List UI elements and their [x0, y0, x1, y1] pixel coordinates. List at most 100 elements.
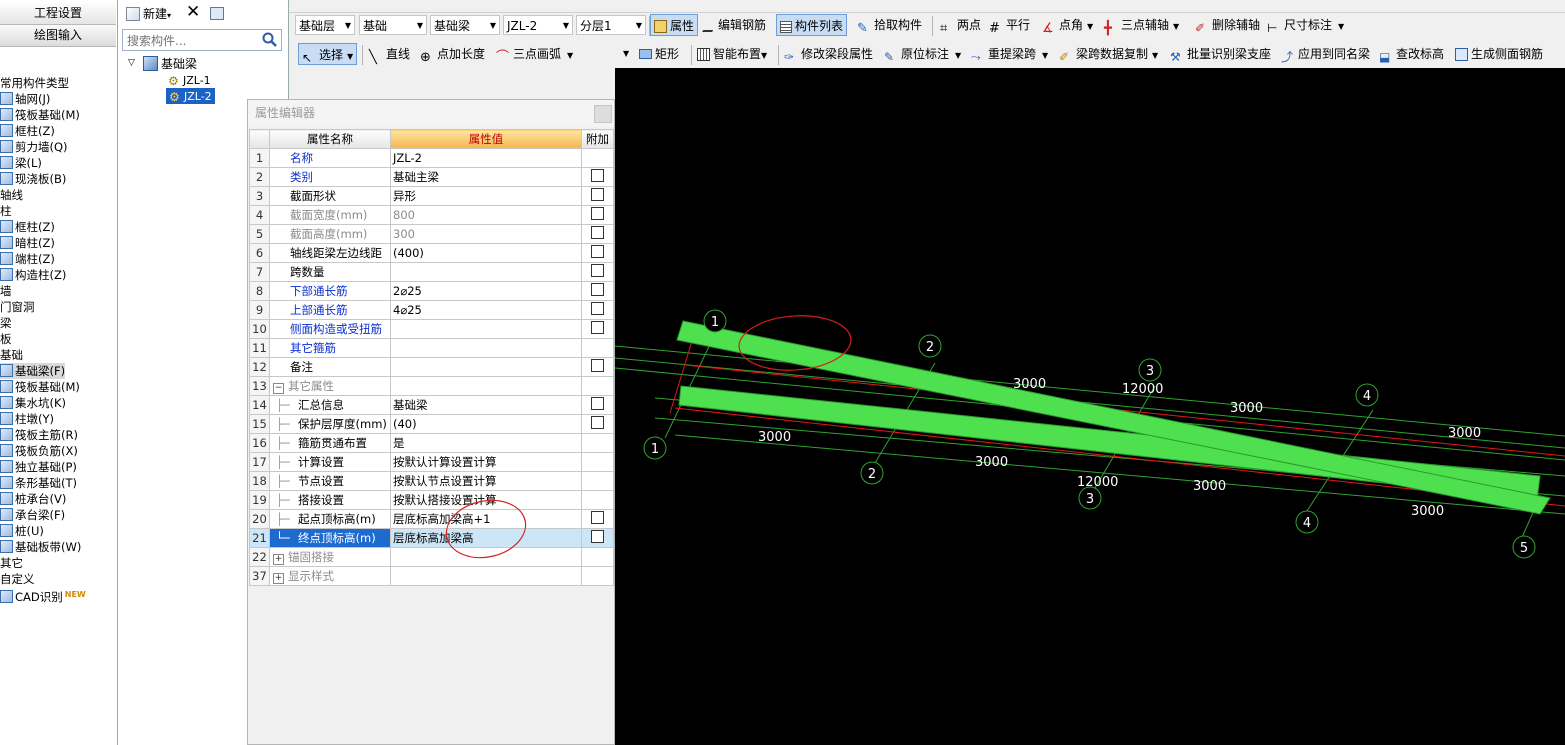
modify-segment-button[interactable]: ✑ 修改梁段属性 [784, 43, 873, 65]
property-name[interactable]: ├─ 箍筋贯通布置 [269, 433, 391, 453]
nav-item[interactable]: 筏板主筋(R) [0, 427, 78, 443]
property-name[interactable]: − 其它属性 [269, 376, 391, 396]
nav-item[interactable]: 柱 [0, 203, 12, 219]
line-button[interactable]: ╲ 直线 [369, 43, 410, 65]
search-input[interactable] [125, 32, 259, 50]
extra-checkbox[interactable] [591, 188, 604, 201]
property-value[interactable]: 异形 [390, 186, 582, 206]
property-value[interactable] [390, 338, 582, 358]
property-name[interactable]: 侧面构造或受扭筋 [269, 319, 391, 339]
edit-rebar-button[interactable]: 编辑钢筋 [702, 14, 766, 36]
drawing-canvas[interactable]: 1 2 3 4 1 2 3 4 5 3000 12000 3000 3000 3… [615, 68, 1565, 745]
property-name[interactable]: ├─ 保护层厚度(mm) [269, 414, 391, 434]
nav-item[interactable]: 柱墩(Y) [0, 411, 54, 427]
tree-root[interactable]: 基础梁 [143, 56, 197, 72]
property-row[interactable]: 12 备注 [249, 357, 614, 377]
extra-checkbox[interactable] [591, 321, 604, 334]
property-value[interactable] [390, 357, 582, 377]
property-name[interactable]: 截面形状 [269, 186, 391, 206]
nav-item[interactable]: 端柱(Z) [0, 251, 55, 267]
nav-item[interactable]: 常用构件类型 [0, 75, 69, 91]
property-value[interactable]: 基础梁 [390, 395, 582, 415]
extra-checkbox[interactable] [591, 226, 604, 239]
delete-axis-button[interactable]: ✐ 删除辅轴 [1195, 14, 1260, 36]
property-name[interactable]: 下部通长筋 [269, 281, 391, 301]
origin-mark-button[interactable]: ✎ 原位标注 ▼ [884, 43, 961, 65]
nav-item[interactable]: 其它 [0, 555, 23, 571]
tree-item-jzl-1[interactable]: ⚙ JZL-1 [168, 72, 211, 88]
property-value[interactable]: 按默认计算设置计算 [390, 452, 582, 472]
nav-item[interactable]: 墙 [0, 283, 12, 299]
smart-layout-button[interactable]: 智能布置▼ [697, 43, 767, 65]
nav-item[interactable]: 板 [0, 331, 12, 347]
two-points-button[interactable]: ⌗ 两点 [940, 14, 981, 36]
extra-checkbox[interactable] [591, 416, 604, 429]
property-row[interactable]: 14 ├─ 汇总信息 基础梁 [249, 395, 614, 415]
property-value[interactable]: (40) [390, 414, 582, 434]
property-name[interactable]: 类别 [269, 167, 391, 187]
copy-icon[interactable] [210, 7, 224, 20]
close-icon[interactable] [594, 105, 612, 123]
expand-icon[interactable]: + [273, 554, 284, 565]
nav-item[interactable]: 独立基础(P) [0, 459, 77, 475]
property-name[interactable]: 跨数量 [269, 262, 391, 282]
type-select[interactable]: 基础梁 ▼ [430, 15, 500, 35]
three-point-axis-button[interactable]: ╋ 三点辅轴 ▼ [1104, 14, 1179, 36]
property-row[interactable]: 3 截面形状 异形 [249, 186, 614, 206]
property-value[interactable]: 4⌀25 [390, 300, 582, 320]
nav-item[interactable]: CAD识别 NEW [0, 587, 86, 604]
apply-same-name-button[interactable]: ⤴ 应用到同名梁 [1281, 43, 1370, 65]
project-settings-button[interactable]: 工程设置 [0, 3, 116, 25]
nav-item[interactable]: 基础 [0, 347, 23, 363]
nav-item[interactable]: 筏板负筋(X) [0, 443, 78, 459]
nav-item[interactable]: 门窗洞 [0, 299, 35, 315]
floor-select[interactable]: 基础层 ▼ [295, 15, 355, 35]
property-value[interactable] [390, 319, 582, 339]
extra-checkbox[interactable] [591, 169, 604, 182]
nav-item[interactable]: 轴网(J) [0, 91, 50, 107]
property-value[interactable]: JZL-2 [390, 148, 582, 168]
property-value[interactable]: 是 [390, 433, 582, 453]
property-row[interactable]: 37 + 显示样式 [249, 566, 614, 586]
span-copy-button[interactable]: ✐ 梁跨数据复制 ▼ [1059, 43, 1158, 65]
extra-checkbox[interactable] [591, 283, 604, 296]
collapse-icon[interactable]: − [273, 383, 284, 394]
nav-item[interactable]: 基础板带(W) [0, 539, 81, 555]
nav-item[interactable]: 集水坑(K) [0, 395, 66, 411]
property-row[interactable]: 20 ├─ 起点顶标高(m) 层底标高加梁高+1 [249, 509, 614, 529]
nav-item[interactable]: 梁(L) [0, 155, 42, 171]
point-angle-button[interactable]: ∡ 点角 ▼ [1042, 14, 1093, 36]
property-name[interactable]: 上部通长筋 [269, 300, 391, 320]
side-rebar-button[interactable]: 生成侧面钢筋 [1455, 43, 1543, 65]
nav-item[interactable]: 剪力墙(Q) [0, 139, 68, 155]
search-icon[interactable] [261, 31, 279, 49]
property-name[interactable]: 截面宽度(mm) [269, 205, 391, 225]
tree-item-jzl-2[interactable]: ⚙ JZL-2 [166, 88, 215, 104]
property-name[interactable]: 备注 [269, 357, 391, 377]
property-row[interactable]: 19 ├─ 搭接设置 按默认搭接设置计算 [249, 490, 614, 510]
component-list-button[interactable]: 构件列表 [776, 14, 848, 36]
property-name[interactable]: + 显示样式 [269, 566, 391, 586]
batch-identify-button[interactable]: ⚒ 批量识别梁支座 [1170, 43, 1271, 65]
extra-checkbox[interactable] [591, 359, 604, 372]
property-name[interactable]: 名称 [269, 148, 391, 168]
property-row[interactable]: 11 其它箍筋 [249, 338, 614, 358]
property-name[interactable]: 其它箍筋 [269, 338, 391, 358]
property-value[interactable] [390, 376, 582, 396]
property-value[interactable]: 按默认节点设置计算 [390, 471, 582, 491]
extra-checkbox[interactable] [591, 530, 604, 543]
layer-select[interactable]: 分层1 ▼ [576, 15, 646, 35]
extra-checkbox[interactable] [591, 264, 604, 277]
property-row[interactable]: 18 ├─ 节点设置 按默认节点设置计算 [249, 471, 614, 491]
property-name[interactable]: └─ 终点顶标高(m) [269, 528, 391, 548]
property-name[interactable]: ├─ 节点设置 [269, 471, 391, 491]
nav-item[interactable]: 桩承台(V) [0, 491, 66, 507]
property-button[interactable]: 属性 [650, 14, 699, 36]
property-name[interactable]: + 锚固搭接 [269, 547, 391, 567]
property-row[interactable]: 17 ├─ 计算设置 按默认计算设置计算 [249, 452, 614, 472]
property-value[interactable]: 2⌀25 [390, 281, 582, 301]
property-name[interactable]: ├─ 汇总信息 [269, 395, 391, 415]
property-row[interactable]: 5 截面高度(mm) 300 [249, 224, 614, 244]
nav-item[interactable]: 构造柱(Z) [0, 267, 66, 283]
property-row[interactable]: 2 类别 基础主梁 [249, 167, 614, 187]
